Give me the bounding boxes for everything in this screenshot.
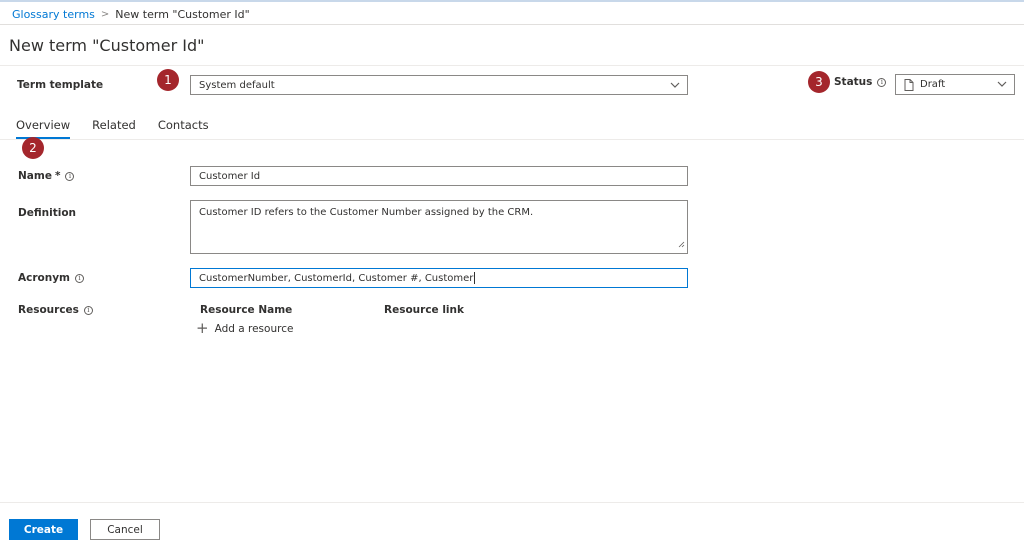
tab-contacts[interactable]: Contacts <box>158 117 209 139</box>
name-label-text: Name <box>18 170 52 182</box>
tab-related[interactable]: Related <box>92 117 136 139</box>
required-asterisk: * <box>54 170 61 182</box>
resource-link-column-header: Resource link <box>384 304 464 316</box>
tab-bar: Overview Related Contacts <box>16 117 231 139</box>
status-dropdown[interactable]: Draft <box>895 74 1015 95</box>
resize-handle-icon[interactable] <box>678 240 685 251</box>
add-resource-button[interactable]: + Add a resource <box>196 321 293 336</box>
name-label: Name * i <box>18 170 75 182</box>
top-accent-line <box>0 0 1024 2</box>
acronym-label-text: Acronym <box>18 272 71 284</box>
chevron-down-icon <box>669 78 681 95</box>
divider <box>0 502 1024 503</box>
info-icon[interactable]: i <box>75 273 85 283</box>
definition-textarea-value: Customer ID refers to the Customer Numbe… <box>199 207 534 218</box>
callout-badge-3: 3 <box>808 71 830 93</box>
add-resource-label: Add a resource <box>214 322 294 335</box>
acronym-input-value: CustomerNumber, CustomerId, Customer #, … <box>199 272 474 284</box>
callout-badge-2: 2 <box>22 137 44 159</box>
info-icon[interactable]: i <box>877 77 887 87</box>
chevron-right-icon: > <box>100 8 110 20</box>
tab-overview[interactable]: Overview <box>16 117 71 139</box>
page-title: New term "Customer Id" <box>9 36 205 55</box>
breadcrumb-glossary-terms-link[interactable]: Glossary terms <box>12 8 95 21</box>
chevron-down-icon <box>996 77 1008 94</box>
breadcrumb-current: New term "Customer Id" <box>115 7 250 21</box>
term-template-label: Term template <box>17 79 103 91</box>
text-cursor <box>474 272 476 284</box>
status-label: Status i <box>834 76 887 88</box>
name-input-value: Customer Id <box>199 170 261 182</box>
acronym-label: Acronym i <box>18 272 85 284</box>
term-template-label-text: Term template <box>17 79 104 91</box>
term-template-value: System default <box>199 79 275 91</box>
divider <box>0 139 1024 140</box>
plus-icon: + <box>196 319 209 337</box>
info-icon[interactable]: i <box>65 171 75 181</box>
cancel-button[interactable]: Cancel <box>90 519 160 540</box>
resources-label-text: Resources <box>18 304 79 316</box>
acronym-input[interactable]: CustomerNumber, CustomerId, Customer #, … <box>190 268 688 288</box>
status-label-text: Status <box>834 76 873 88</box>
name-input[interactable]: Customer Id <box>190 166 688 186</box>
definition-label-text: Definition <box>18 207 77 219</box>
callout-badge-1: 1 <box>157 69 179 91</box>
document-icon <box>904 78 914 91</box>
divider <box>0 24 1024 25</box>
resource-name-column-header: Resource Name <box>200 304 293 316</box>
create-button[interactable]: Create <box>9 519 78 540</box>
resources-label: Resources i <box>18 304 93 316</box>
definition-textarea[interactable]: Customer ID refers to the Customer Numbe… <box>190 200 688 254</box>
breadcrumb: Glossary terms > New term "Customer Id" <box>12 6 250 22</box>
divider <box>0 65 1024 66</box>
term-template-dropdown[interactable]: System default <box>190 75 688 95</box>
definition-label: Definition <box>18 207 76 219</box>
status-value: Draft <box>920 79 946 90</box>
info-icon[interactable]: i <box>83 305 93 315</box>
